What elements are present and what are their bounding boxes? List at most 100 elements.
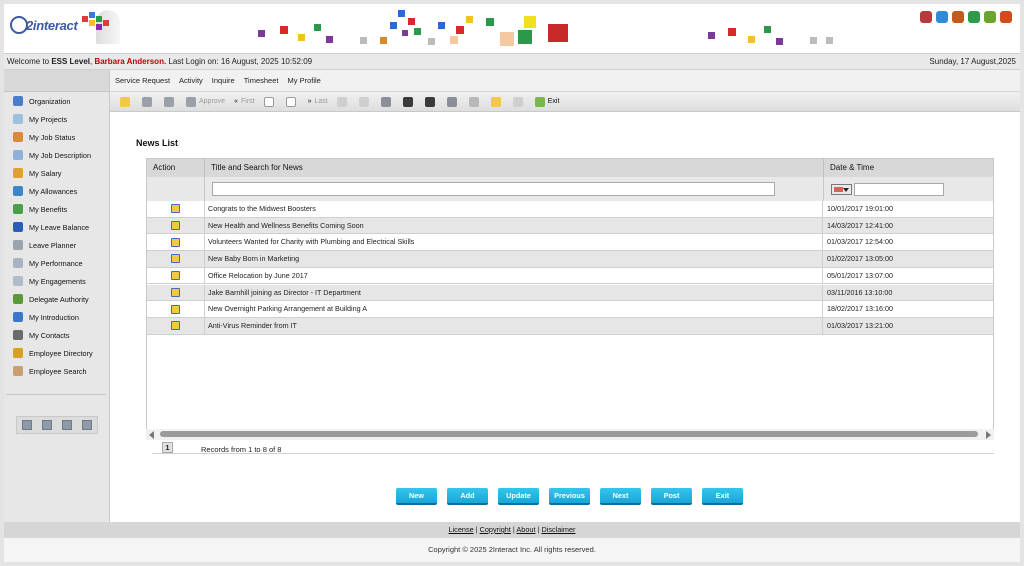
last-button[interactable]: » Last: [305, 95, 331, 109]
globe-icon[interactable]: [968, 11, 980, 23]
help-icon[interactable]: [984, 11, 996, 23]
edit-icon[interactable]: [171, 237, 180, 247]
row-action[interactable]: [147, 217, 205, 234]
menu-my-profile[interactable]: My Profile: [287, 76, 320, 85]
table-row[interactable]: Office Relocation by June 2017 05/01/2017…: [147, 267, 993, 285]
row-action[interactable]: [147, 201, 205, 217]
sidebar-item-leave-planner[interactable]: Leave Planner: [4, 236, 109, 254]
table-row[interactable]: Jake Barnhill joining as Director - IT D…: [147, 284, 993, 302]
sidebar-item-my-contacts[interactable]: My Contacts: [4, 326, 109, 344]
post-button[interactable]: Post: [651, 488, 692, 505]
news-title[interactable]: Volunteers Wanted for Charity with Plumb…: [207, 234, 823, 251]
preview-button[interactable]: [378, 95, 397, 109]
edit-icon[interactable]: [171, 271, 180, 281]
news-title[interactable]: Congrats to the Midwest Boosters: [207, 201, 823, 217]
sidebar-item-my-leave-balance[interactable]: My Leave Balance: [4, 218, 109, 236]
sidebar-item-employee-directory[interactable]: Employee Directory: [4, 344, 109, 362]
edit-icon[interactable]: [171, 204, 180, 214]
first-button[interactable]: «First: [231, 95, 258, 109]
edit-icon[interactable]: [171, 321, 180, 331]
row-action[interactable]: [147, 284, 205, 301]
copyright-link[interactable]: Copyright: [480, 525, 511, 534]
news-title[interactable]: New Overnight Parking Arrangement at Bui…: [207, 301, 823, 317]
scroll-thumb[interactable]: [160, 431, 978, 437]
col-date-header[interactable]: Date & Time: [824, 159, 993, 177]
sidebar-item-my-performance[interactable]: My Performance: [4, 254, 109, 272]
license-link[interactable]: License: [449, 525, 474, 534]
sidebar-item-organization[interactable]: Organization: [4, 92, 109, 110]
row-action[interactable]: [147, 317, 205, 334]
print-button[interactable]: [510, 95, 529, 109]
sidebar-item-my-allowances[interactable]: My Allowances: [4, 182, 109, 200]
edit-icon[interactable]: [171, 304, 180, 314]
about-link[interactable]: About: [516, 525, 535, 534]
sidebar-item-my-job-description[interactable]: My Job Description: [4, 146, 109, 164]
menu-inquire[interactable]: Inquire: [212, 76, 235, 85]
exit-form-button[interactable]: Exit: [702, 488, 743, 505]
megaphone-button[interactable]: [161, 95, 180, 109]
home-icon[interactable]: [920, 11, 932, 23]
undo-button[interactable]: [334, 95, 353, 109]
sidebar-item-my-salary[interactable]: My Salary: [4, 164, 109, 182]
table-row[interactable]: Anti-Virus Reminder from IT 01/03/2017 13…: [147, 317, 993, 335]
add-button[interactable]: Add: [447, 488, 488, 505]
date-filter-dropdown[interactable]: [831, 184, 852, 195]
next-button[interactable]: [283, 95, 302, 109]
point-button[interactable]: [488, 95, 507, 109]
approve-button[interactable]: Approve: [183, 95, 228, 109]
scroll-left-icon[interactable]: [149, 431, 154, 439]
table-row[interactable]: New Baby Born in Marketing 01/02/2017 13:…: [147, 251, 993, 268]
edit-icon[interactable]: [171, 287, 180, 297]
news-title[interactable]: New Baby Born in Marketing: [207, 251, 823, 267]
table-row[interactable]: New Health and Wellness Benefits Coming …: [147, 217, 993, 235]
sidebar-item-my-introduction[interactable]: My Introduction: [4, 308, 109, 326]
edit-icon[interactable]: [171, 254, 180, 264]
page-number[interactable]: 1: [162, 442, 173, 453]
box-icon[interactable]: [936, 11, 948, 23]
news-title[interactable]: Office Relocation by June 2017: [207, 267, 823, 284]
new-record-button[interactable]: [117, 95, 136, 109]
sidebar-item-my-engagements[interactable]: My Engagements: [4, 272, 109, 290]
tool-icon-4[interactable]: [82, 420, 92, 430]
edit-icon[interactable]: [171, 221, 180, 231]
next-page-button[interactable]: Next: [600, 488, 641, 505]
disclaimer-link[interactable]: Disclaimer: [541, 525, 575, 534]
row-action[interactable]: [147, 267, 205, 284]
horizontal-scrollbar[interactable]: [146, 429, 994, 440]
redo-button[interactable]: [356, 95, 375, 109]
col-title-header[interactable]: Title and Search for News: [205, 159, 824, 177]
tool-icon-2[interactable]: [42, 420, 52, 430]
sidebar-item-employee-search[interactable]: Employee Search: [4, 362, 109, 380]
attach-button[interactable]: [139, 95, 158, 109]
tool-icon-1[interactable]: [22, 420, 32, 430]
scroll-right-icon[interactable]: [986, 431, 991, 439]
table-row[interactable]: New Overnight Parking Arrangement at Bui…: [147, 301, 993, 318]
title-search-input[interactable]: [212, 182, 775, 196]
update-button[interactable]: Update: [498, 488, 539, 505]
row-action[interactable]: [147, 301, 205, 317]
sidebar-item-delegate-authority[interactable]: Delegate Authority: [4, 290, 109, 308]
new-button[interactable]: New: [396, 488, 437, 505]
table-row[interactable]: Congrats to the Midwest Boosters 10/01/20…: [147, 201, 993, 218]
tool-icon-3[interactable]: [62, 420, 72, 430]
prev-button[interactable]: [261, 95, 280, 109]
row-action[interactable]: [147, 251, 205, 267]
row-action[interactable]: [147, 234, 205, 251]
menu-service-request[interactable]: Service Request: [115, 76, 170, 85]
sidebar-item-my-projects[interactable]: My Projects: [4, 110, 109, 128]
sidebar-item-my-benefits[interactable]: My Benefits: [4, 200, 109, 218]
previous-button[interactable]: Previous: [549, 488, 590, 505]
exit-button[interactable]: Exit: [532, 95, 563, 109]
sidebar-item-my-job-status[interactable]: My Job Status: [4, 128, 109, 146]
save-button[interactable]: [400, 95, 419, 109]
table-row[interactable]: Volunteers Wanted for Charity with Plumb…: [147, 234, 993, 252]
glasses-button[interactable]: [466, 95, 485, 109]
broadcast-button[interactable]: [444, 95, 463, 109]
news-title[interactable]: Anti-Virus Reminder from IT: [207, 317, 823, 334]
news-title[interactable]: Jake Barnhill joining as Director - IT D…: [207, 284, 823, 301]
save-as-button[interactable]: [422, 95, 441, 109]
user-icon[interactable]: [952, 11, 964, 23]
menu-timesheet[interactable]: Timesheet: [244, 76, 279, 85]
news-title[interactable]: New Health and Wellness Benefits Coming …: [207, 217, 823, 234]
logout-icon[interactable]: [1000, 11, 1012, 23]
